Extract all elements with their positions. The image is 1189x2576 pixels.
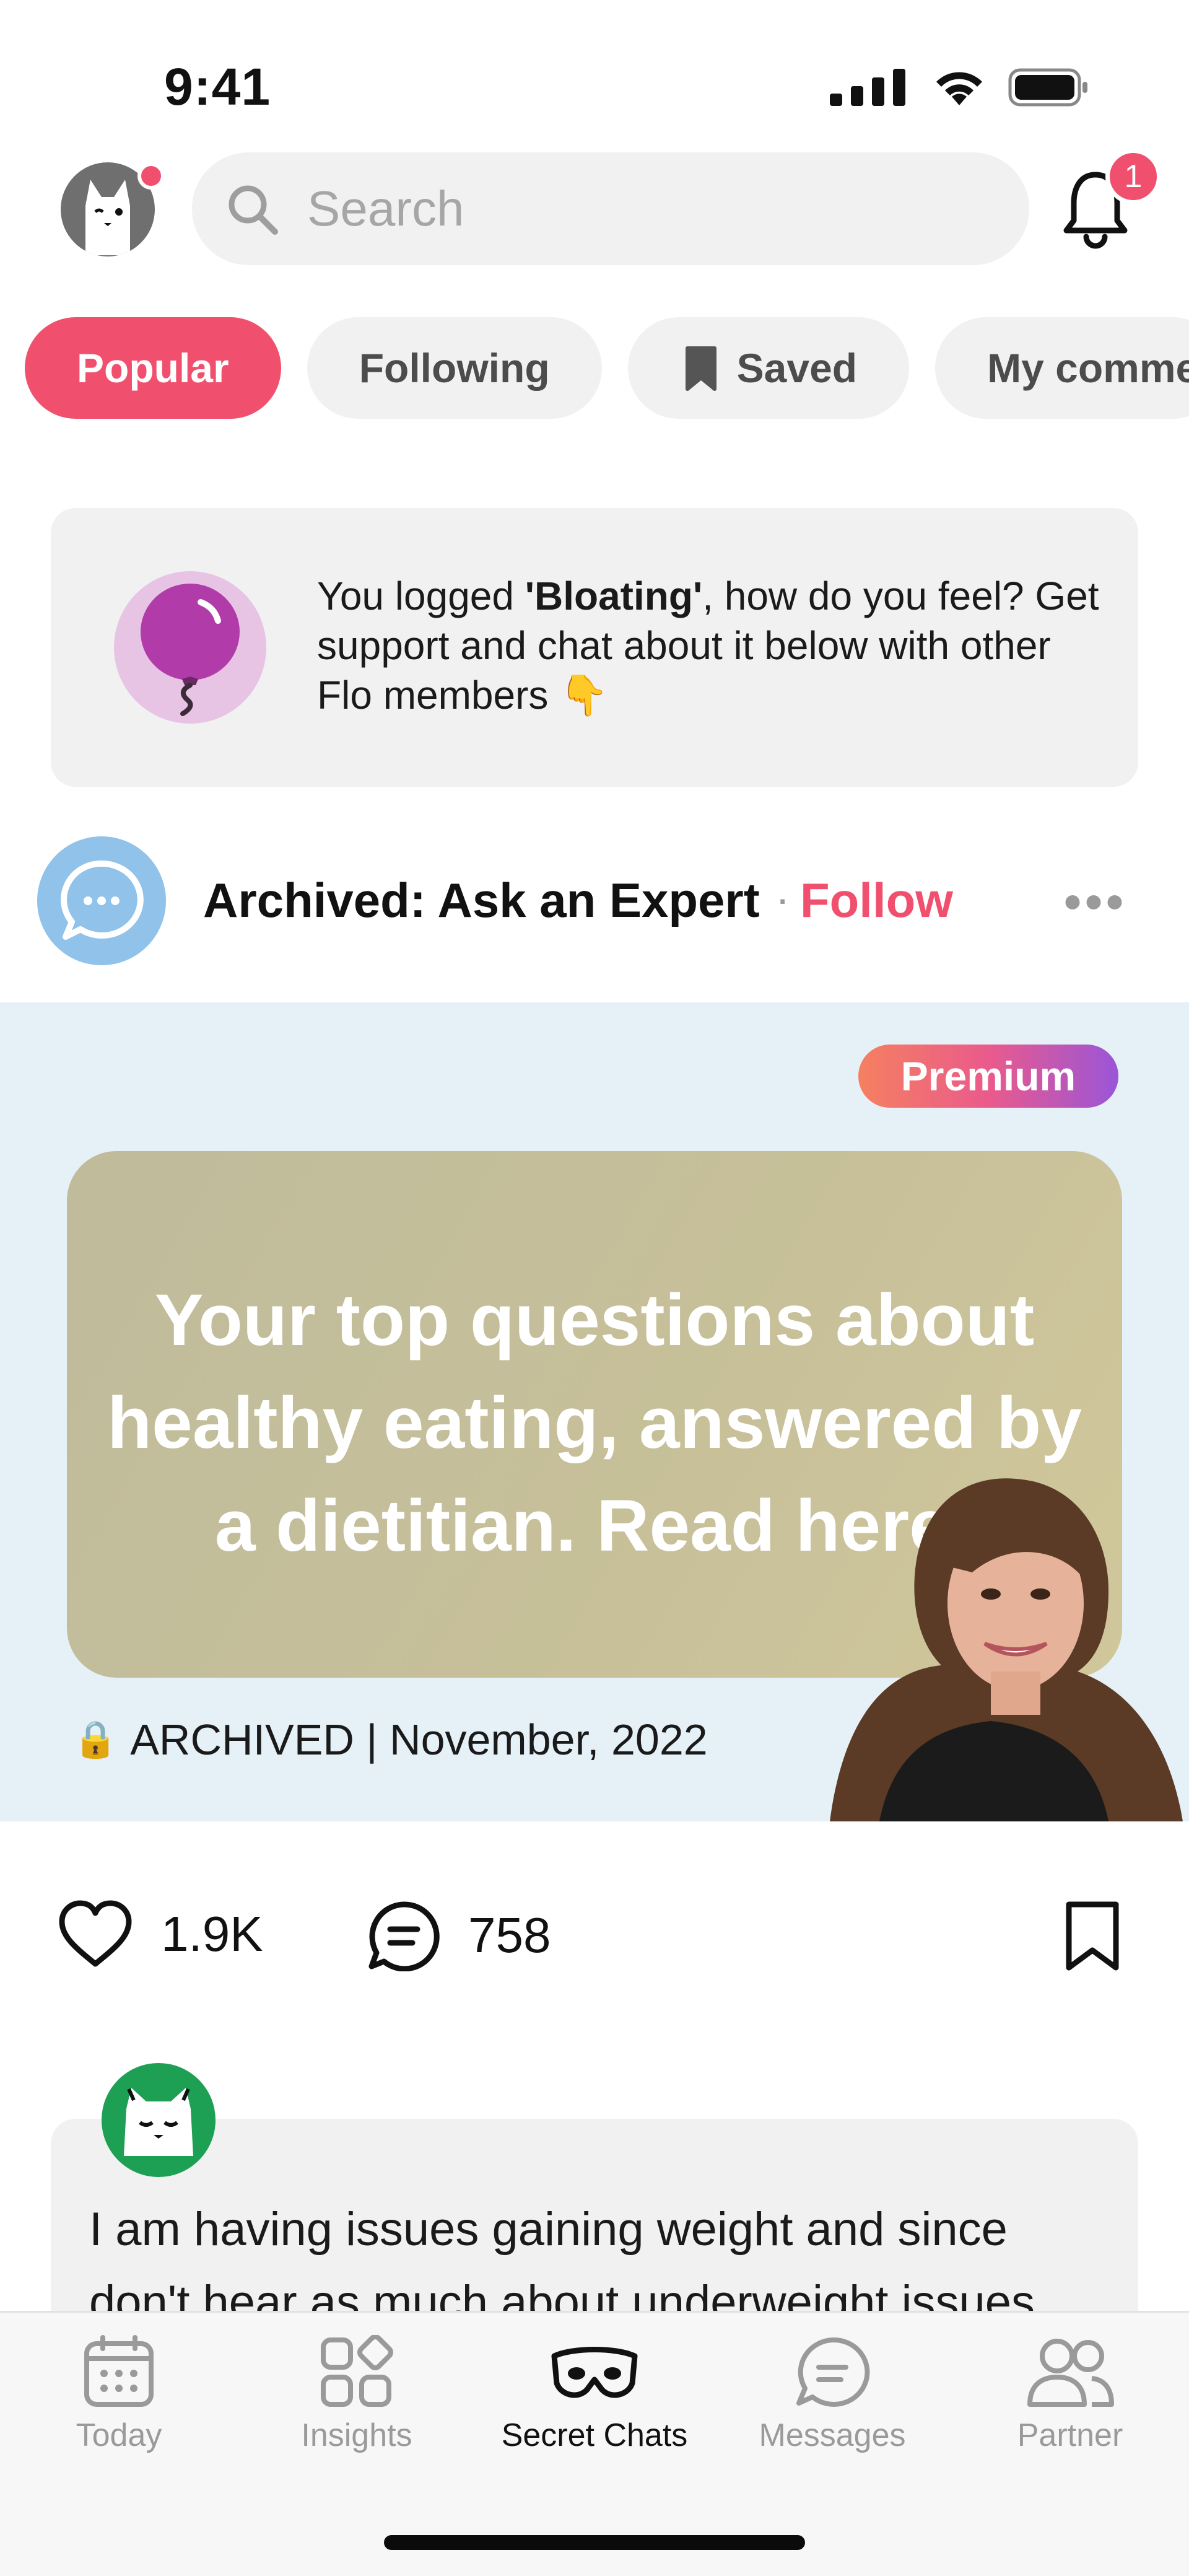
avatar-notification-dot	[137, 162, 165, 190]
bookmark-icon	[685, 346, 716, 391]
status-icons	[830, 67, 1090, 108]
balloon-icon	[141, 584, 240, 716]
chat-bubble-icon	[796, 2337, 870, 2407]
save-post-button[interactable]	[1063, 1899, 1122, 1973]
search-icon	[229, 185, 278, 235]
heart-icon	[59, 1900, 132, 1967]
chat-bubble-icon	[61, 860, 144, 940]
tab-label: Secret Chats	[501, 2417, 688, 2453]
like-count: 1.9K	[161, 1906, 263, 1961]
tab-label: Partner	[1017, 2417, 1123, 2453]
chip-label: Following	[359, 345, 550, 391]
partner-icon	[1027, 2339, 1114, 2407]
status-time: 9:41	[164, 58, 271, 116]
balloon-illustration	[114, 571, 266, 724]
reactions-bar: 1.9K 758	[57, 1899, 1132, 1974]
dietitian-photo	[786, 1467, 1189, 1821]
comment-icon	[368, 1901, 440, 1971]
tab-messages[interactable]: Messages	[713, 2335, 951, 2454]
filter-chips: Popular Following Saved My comme	[25, 317, 1189, 419]
comment-count: 758	[468, 1908, 551, 1963]
chip-my-comments[interactable]: My comme	[935, 317, 1189, 419]
tab-label: Today	[76, 2417, 162, 2453]
signal-icon	[830, 69, 905, 106]
community-icon[interactable]	[37, 836, 166, 965]
calendar-icon	[84, 2335, 154, 2407]
tab-today[interactable]: Today	[0, 2335, 238, 2454]
notification-badge: 1	[1105, 149, 1161, 204]
battery-icon	[1008, 68, 1087, 107]
home-indicator	[384, 2535, 805, 2550]
separator-dot: ·	[775, 874, 790, 922]
chip-following[interactable]: Following	[307, 317, 602, 419]
search-input[interactable]: Search	[192, 152, 1029, 265]
chip-label: Saved	[736, 345, 858, 391]
community-name[interactable]: Archived: Ask an Expert	[203, 872, 760, 929]
chip-label: My comme	[987, 345, 1189, 391]
insights-grid-icon	[321, 2335, 393, 2407]
like-button[interactable]: 1.9K	[57, 1899, 263, 1969]
more-options-button[interactable]: •••	[1064, 874, 1127, 931]
symptom-prompt-card[interactable]: You logged 'Bloating', how do you feel? …	[51, 508, 1138, 787]
post-hero[interactable]: Premium Your top questions about healthy…	[0, 1002, 1189, 1821]
chip-popular[interactable]: Popular	[25, 317, 281, 419]
bookmark-icon	[1066, 1901, 1119, 1971]
tab-label: Insights	[301, 2417, 412, 2453]
pointing-down-emoji: 👇	[559, 673, 609, 717]
wifi-icon	[936, 72, 982, 105]
chip-saved[interactable]: Saved	[627, 317, 910, 419]
lock-icon: 🔒	[73, 1719, 118, 1759]
cat-avatar-icon	[124, 2088, 193, 2156]
chip-label: Popular	[77, 345, 229, 391]
follow-button[interactable]: Follow	[800, 872, 953, 929]
archived-text: ARCHIVED | November, 2022	[130, 1715, 708, 1764]
tab-secret-chats[interactable]: Secret Chats	[476, 2335, 713, 2454]
comments-button[interactable]: 758	[367, 1899, 551, 1971]
tab-label: Messages	[759, 2417, 906, 2453]
mask-icon	[551, 2347, 638, 2398]
search-placeholder: Search	[307, 181, 464, 236]
prompt-symptom: 'Bloating'	[525, 574, 703, 618]
commenter-avatar[interactable]	[102, 2063, 216, 2177]
archived-label: 🔒 ARCHIVED | November, 2022	[73, 1715, 708, 1764]
prompt-text-before: You logged	[317, 574, 525, 618]
premium-badge: Premium	[858, 1045, 1118, 1108]
prompt-text: You logged 'Bloating', how do you feel? …	[317, 571, 1116, 720]
tab-insights[interactable]: Insights	[238, 2335, 476, 2454]
tab-partner[interactable]: Partner	[951, 2335, 1189, 2454]
